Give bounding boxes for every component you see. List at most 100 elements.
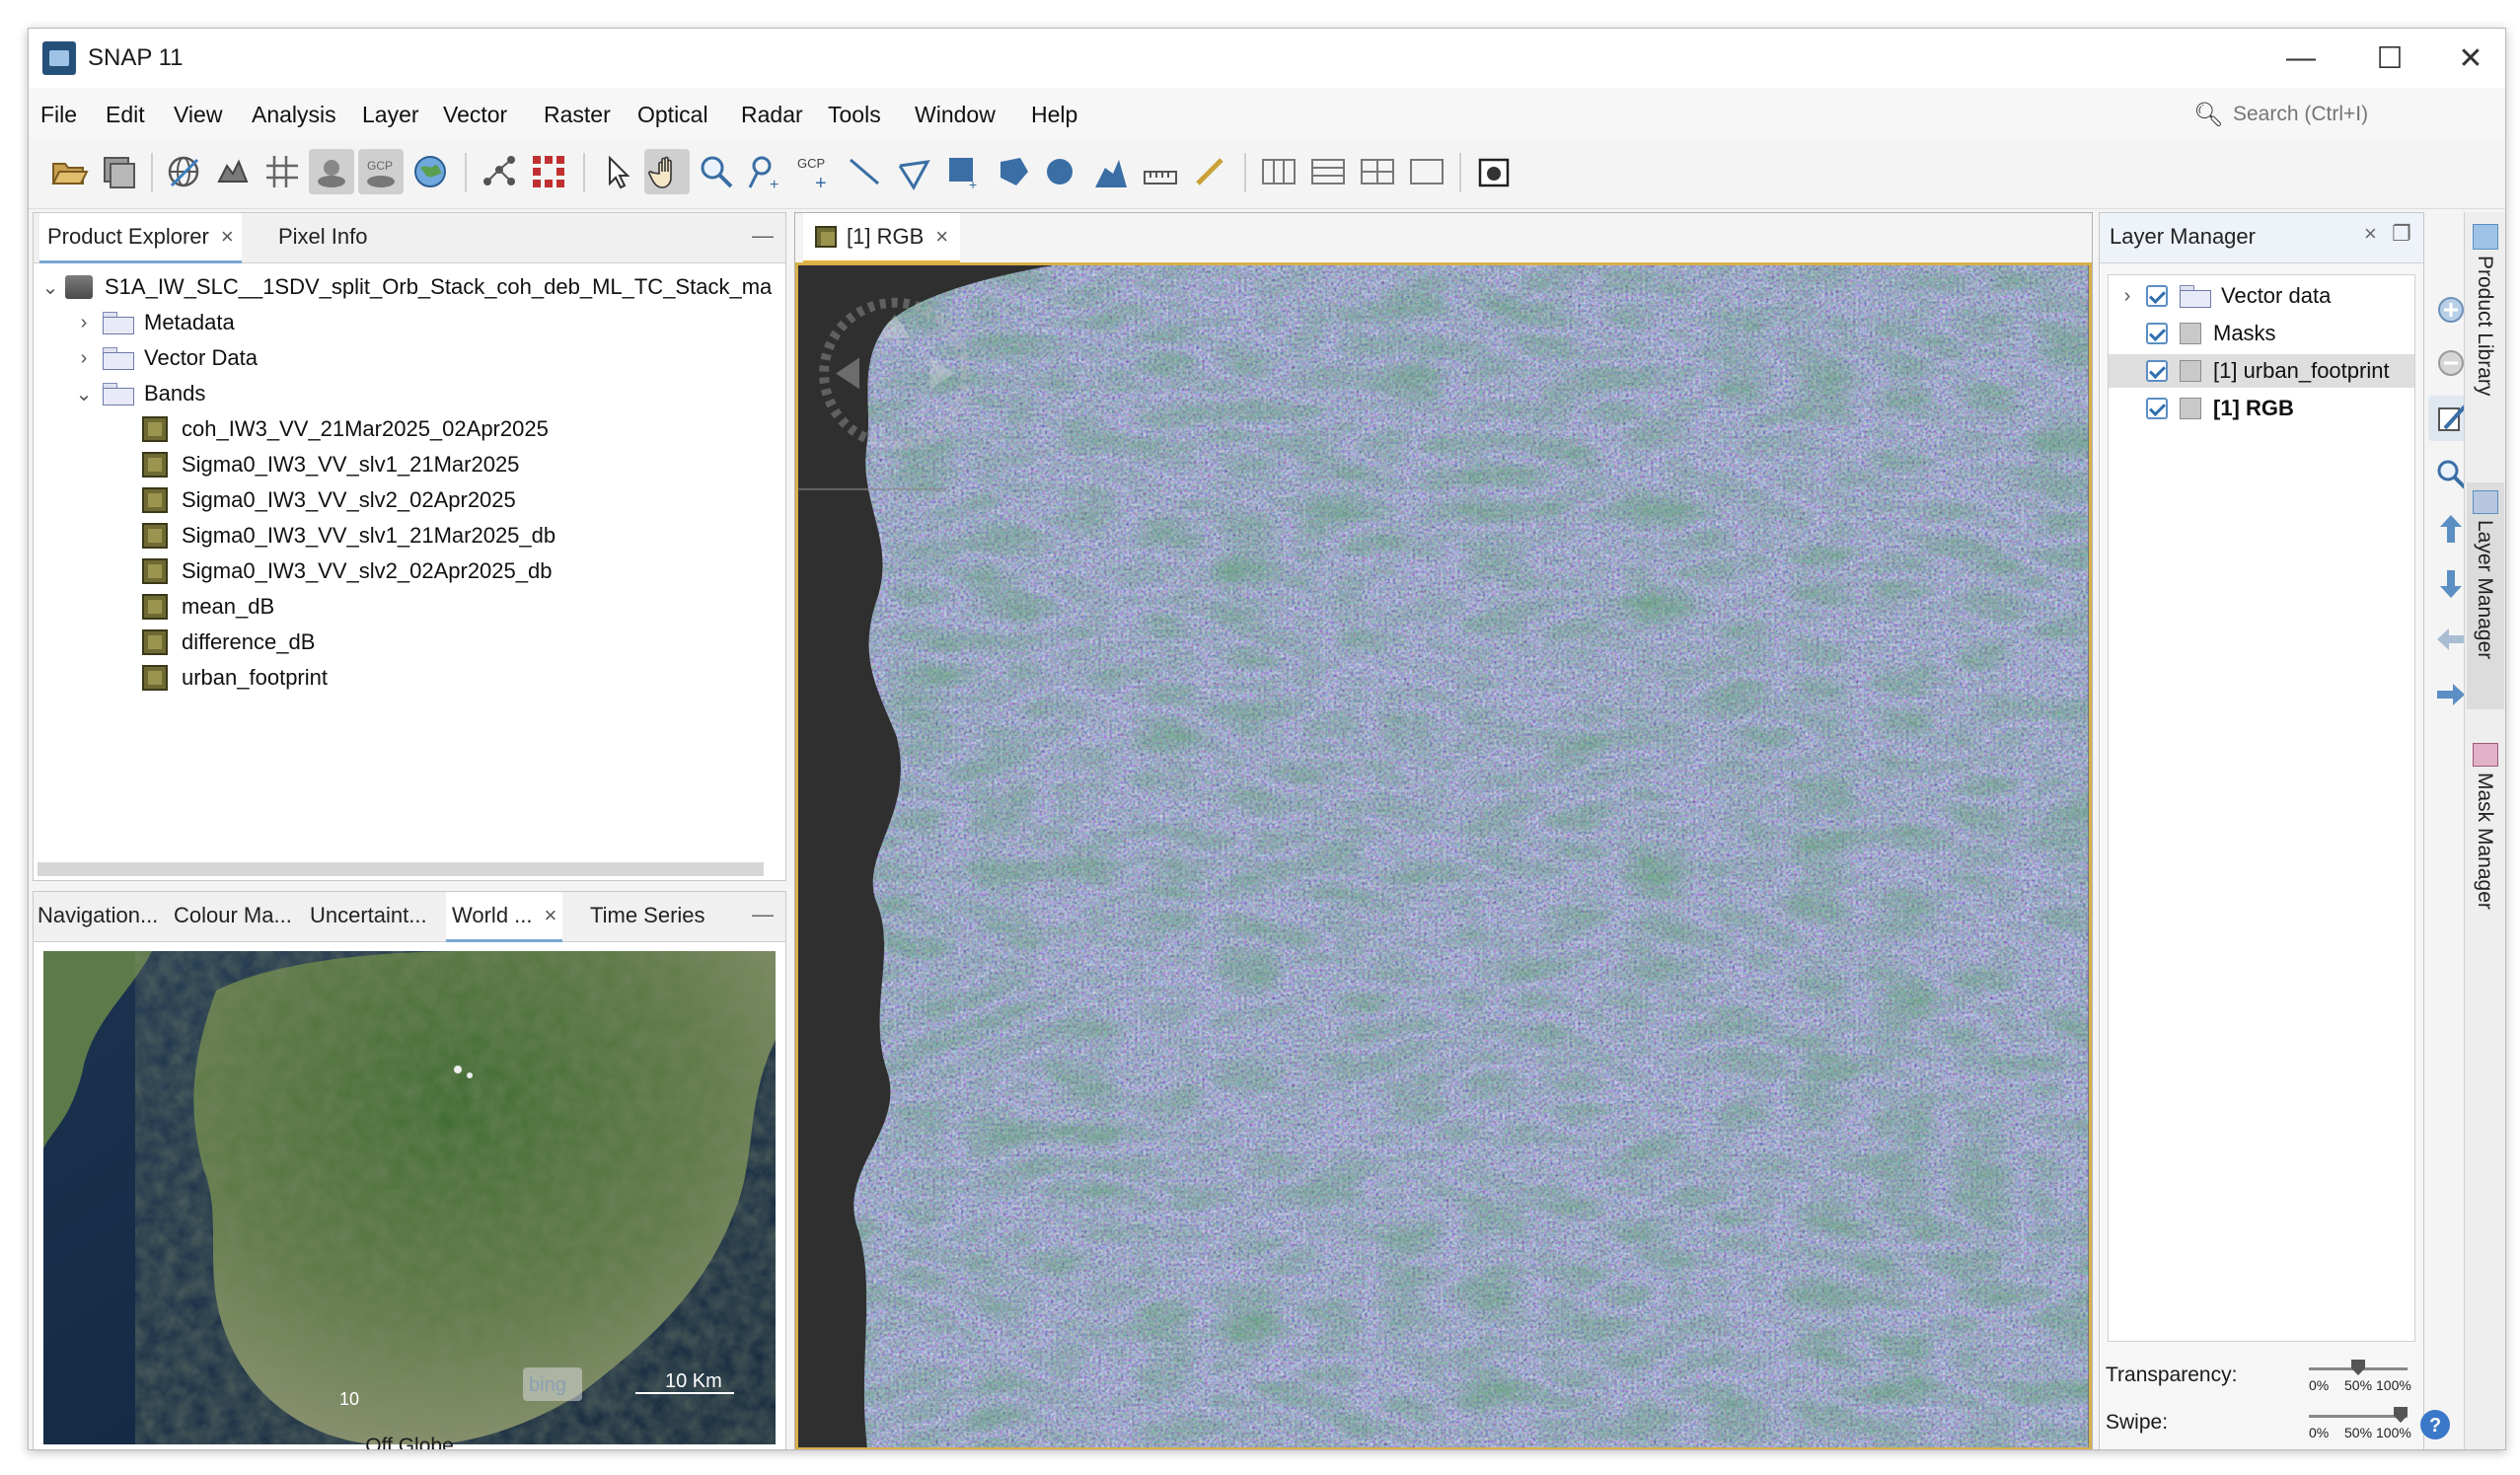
product-node[interactable]: ⌄ S1A_IW_SLC__1SDV_split_Orb_Stack_coh_d… xyxy=(39,270,772,304)
menu-tools[interactable]: Tools xyxy=(828,102,881,128)
tab-world-view[interactable]: World ... × xyxy=(446,892,563,942)
tile-horizontally-icon[interactable] xyxy=(1305,149,1351,194)
layer-visibility-checkbox[interactable] xyxy=(2146,285,2168,307)
band-item[interactable]: Sigma0_IW3_VV_slv1_21Mar2025_db xyxy=(142,519,556,553)
tab-time-series[interactable]: Time Series xyxy=(590,892,705,939)
layer-row-urban-footprint[interactable]: [1] urban_footprint xyxy=(2109,354,2414,388)
rectangle-drawing-tool-icon[interactable]: + xyxy=(940,149,986,194)
chevron-down-icon[interactable]: ⌄ xyxy=(73,382,95,406)
menu-edit[interactable]: Edit xyxy=(106,102,145,128)
graticule-icon[interactable] xyxy=(161,149,206,194)
menu-raster[interactable]: Raster xyxy=(544,102,611,128)
chevron-down-icon[interactable]: ⌄ xyxy=(39,275,61,300)
zoom-tool-icon[interactable] xyxy=(694,149,739,194)
menu-radar[interactable]: Radar xyxy=(741,102,803,128)
polygon-drawing-tool-icon[interactable] xyxy=(990,149,1035,194)
restore-window-icon[interactable]: ❐ xyxy=(2392,221,2411,247)
tile-vertically-icon[interactable] xyxy=(1355,149,1400,194)
grid-icon[interactable] xyxy=(259,149,305,194)
menu-view[interactable]: View xyxy=(174,102,222,128)
tree-node-bands[interactable]: ⌄ Bands xyxy=(73,377,205,410)
close-window-button[interactable]: ✕ xyxy=(2436,29,2505,88)
tab-rgb-view[interactable]: [1] RGB × xyxy=(803,213,961,263)
scale-label: 10 Km xyxy=(665,1370,722,1392)
magic-wand-tool-icon[interactable] xyxy=(1088,149,1134,194)
rgb-image-canvas[interactable] xyxy=(795,262,2092,1450)
line-drawing-tool-icon[interactable] xyxy=(842,149,887,194)
tab-colour-manipulation[interactable]: Colour Ma... xyxy=(174,892,292,939)
side-tab-layer-manager[interactable]: Layer Manager xyxy=(2473,520,2496,659)
band-item[interactable]: Sigma0_IW3_VV_slv1_21Mar2025 xyxy=(142,448,519,481)
range-finder-tool-icon[interactable] xyxy=(1138,149,1183,194)
side-tab-product-library[interactable]: Product Library xyxy=(2473,256,2496,396)
draw-tool-icon[interactable] xyxy=(1187,149,1232,194)
band-item[interactable]: difference_dB xyxy=(142,626,315,659)
world-map-view[interactable]: bing 10 Km 10 xyxy=(43,951,776,1444)
tab-uncertainty[interactable]: Uncertaint... xyxy=(310,892,427,939)
help-icon[interactable]: ? xyxy=(2412,1402,2458,1447)
polyline-drawing-tool-icon[interactable] xyxy=(891,149,936,194)
close-icon[interactable]: × xyxy=(221,224,234,250)
search-input[interactable] xyxy=(2231,99,2491,130)
ellipse-drawing-tool-icon[interactable] xyxy=(1039,149,1084,194)
menu-window[interactable]: Window xyxy=(915,102,996,128)
side-tab-mask-manager[interactable]: Mask Manager xyxy=(2473,773,2496,910)
pin-placing-tool-icon[interactable]: + xyxy=(743,149,788,194)
layer-row-vector-data[interactable]: › Vector data xyxy=(2116,279,2331,313)
layer-manager-tabbar: Layer Manager × ❐ xyxy=(2100,213,2423,263)
layer-row-masks[interactable]: Masks xyxy=(2146,317,2276,350)
layer-row-rgb[interactable]: [1] RGB xyxy=(2146,392,2294,425)
select-tool-icon[interactable] xyxy=(595,149,640,194)
wms-layer-icon[interactable] xyxy=(210,149,256,194)
close-icon[interactable]: × xyxy=(935,224,948,250)
transparency-slider-knob[interactable] xyxy=(2351,1360,2365,1375)
band-item[interactable]: Sigma0_IW3_VV_slv2_02Apr2025_db xyxy=(142,554,552,588)
band-item[interactable]: Sigma0_IW3_VV_slv2_02Apr2025 xyxy=(142,483,516,517)
open-product-icon[interactable] xyxy=(46,149,92,194)
pin-manager-icon[interactable] xyxy=(309,149,354,194)
band-item[interactable]: mean_dB xyxy=(142,590,274,624)
minimize-panel-icon[interactable]: — xyxy=(752,223,774,249)
gcp-manager-icon[interactable]: GCP xyxy=(358,149,404,194)
menu-analysis[interactable]: Analysis xyxy=(252,102,336,128)
close-icon[interactable]: × xyxy=(545,903,557,928)
layer-visibility-checkbox[interactable] xyxy=(2146,323,2168,344)
menu-layer[interactable]: Layer xyxy=(362,102,419,128)
save-product-icon[interactable] xyxy=(96,149,141,194)
tab-navigation[interactable]: Navigation... xyxy=(37,892,158,939)
tree-node-metadata[interactable]: › Metadata xyxy=(73,306,235,339)
layer-visibility-checkbox[interactable] xyxy=(2146,398,2168,419)
band-item[interactable]: urban_footprint xyxy=(142,661,328,695)
menu-file[interactable]: File xyxy=(40,102,77,128)
menu-vector[interactable]: Vector xyxy=(443,102,507,128)
layer-icon xyxy=(2180,323,2201,344)
graph-builder-icon[interactable] xyxy=(477,149,522,194)
menu-optical[interactable]: Optical xyxy=(637,102,708,128)
swipe-slider-knob[interactable] xyxy=(2394,1407,2408,1423)
chevron-right-icon[interactable]: › xyxy=(73,347,95,370)
band-item[interactable]: coh_IW3_VV_21Mar2025_02Apr2025 xyxy=(142,412,549,446)
tile-single-icon[interactable] xyxy=(1404,149,1449,194)
chevron-right-icon[interactable]: › xyxy=(73,312,95,334)
batch-processing-icon[interactable] xyxy=(526,149,571,194)
chevron-right-icon[interactable]: › xyxy=(2116,285,2138,308)
transparency-slider[interactable]: 0% 50% 100% xyxy=(2309,1360,2411,1395)
horizontal-scrollbar[interactable] xyxy=(37,862,764,876)
maximize-window-button[interactable]: ☐ xyxy=(2355,29,2424,88)
tab-product-explorer[interactable]: Product Explorer × xyxy=(39,213,242,263)
minimize-window-button[interactable]: — xyxy=(2266,29,2335,88)
pan-tool-icon[interactable] xyxy=(644,149,690,194)
tab-pixel-info[interactable]: Pixel Info xyxy=(270,213,376,260)
search-icon[interactable]: 🔍︎ xyxy=(2193,101,2223,129)
layer-visibility-checkbox[interactable] xyxy=(2146,360,2168,382)
minimize-panel-icon[interactable]: — xyxy=(752,902,774,927)
close-icon[interactable]: × xyxy=(2364,221,2377,247)
tree-node-vector-data[interactable]: › Vector Data xyxy=(73,341,258,375)
menu-help[interactable]: Help xyxy=(1031,102,1077,128)
band-icon xyxy=(142,558,168,584)
world-map-icon[interactable] xyxy=(408,149,453,194)
export-view-icon[interactable] xyxy=(1471,149,1517,194)
tile-evenly-icon[interactable] xyxy=(1256,149,1301,194)
gcp-placing-tool-icon[interactable]: GCP + xyxy=(792,149,838,194)
swipe-slider[interactable]: 0% 50% 100% xyxy=(2309,1407,2411,1442)
